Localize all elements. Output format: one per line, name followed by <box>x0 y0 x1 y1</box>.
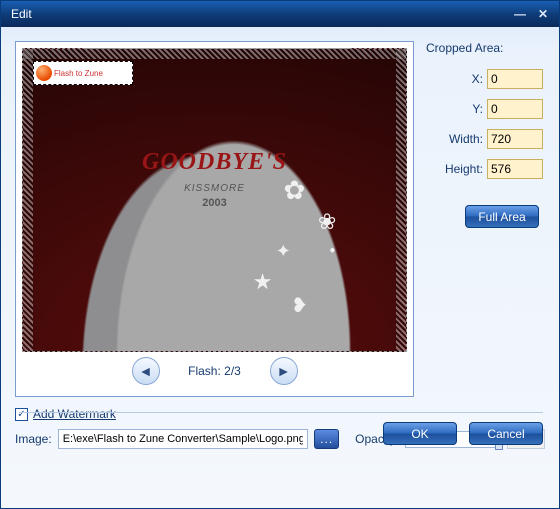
crop-width-label: Width: <box>426 132 487 146</box>
preview-panel: Flash to Zune GOODBYE'S KISSMORE 2003 ✿ … <box>15 41 414 397</box>
add-watermark-checkbox[interactable] <box>15 408 28 421</box>
crop-x-input[interactable] <box>487 69 543 89</box>
dialog-content: Flash to Zune GOODBYE'S KISSMORE 2003 ✿ … <box>1 27 559 455</box>
card-title: GOODBYE'S <box>23 149 406 176</box>
ok-button[interactable]: OK <box>383 422 457 445</box>
flower-icon: ❀ <box>318 209 336 235</box>
cancel-button[interactable]: Cancel <box>469 422 543 445</box>
watermark-overlay-text: Flash to Zune <box>54 69 103 78</box>
full-area-button[interactable]: Full Area <box>465 205 539 228</box>
preview-nav: ◄ Flash: 2/3 ► <box>22 352 407 390</box>
cropped-area-heading: Cropped Area: <box>426 41 543 55</box>
titlebar: Edit — ✕ <box>1 1 559 27</box>
star-icon: ★ <box>253 269 273 295</box>
flower-icon: ✿ <box>283 175 305 206</box>
arrow-right-icon: ► <box>277 363 291 379</box>
crop-height-input[interactable] <box>487 159 543 179</box>
crop-y-label: Y: <box>426 102 487 116</box>
edit-dialog: Edit — ✕ Flash to Zune GOODBYE'S KISSMOR… <box>0 0 560 509</box>
add-watermark-label: Add Watermark <box>33 407 116 421</box>
cropped-area-panel: Cropped Area: X: Y: Width: Height: <box>424 41 545 397</box>
crop-marquee-top <box>23 49 406 59</box>
leaf-icon: ❥ <box>291 293 308 318</box>
image-path-input[interactable] <box>58 429 309 449</box>
sparkle-icon: ✦ <box>276 241 291 262</box>
preview-image[interactable]: Flash to Zune GOODBYE'S KISSMORE 2003 ✿ … <box>22 48 407 352</box>
ellipsis-icon: ... <box>320 432 333 446</box>
card-subtitle: KISSMORE <box>23 183 406 194</box>
crop-width-input[interactable] <box>487 129 543 149</box>
prev-flash-button[interactable]: ◄ <box>132 357 160 385</box>
upper-row: Flash to Zune GOODBYE'S KISSMORE 2003 ✿ … <box>15 41 545 397</box>
crop-height-label: Height: <box>426 162 487 176</box>
image-label: Image: <box>15 432 52 446</box>
crop-x-label: X: <box>426 72 487 86</box>
crop-y-input[interactable] <box>487 99 543 119</box>
browse-button[interactable]: ... <box>314 429 339 449</box>
watermark-logo-icon <box>36 65 52 81</box>
window-title: Edit <box>11 7 507 21</box>
minimize-button[interactable]: — <box>510 6 530 22</box>
dot-icon: ● <box>329 245 335 256</box>
watermark-overlay[interactable]: Flash to Zune <box>33 61 133 85</box>
dialog-buttons: OK Cancel <box>383 412 543 445</box>
flash-counter: Flash: 2/3 <box>180 364 250 378</box>
next-flash-button[interactable]: ► <box>270 357 298 385</box>
card-year: 2003 <box>23 197 406 209</box>
close-button[interactable]: ✕ <box>533 6 553 22</box>
arrow-left-icon: ◄ <box>139 363 153 379</box>
